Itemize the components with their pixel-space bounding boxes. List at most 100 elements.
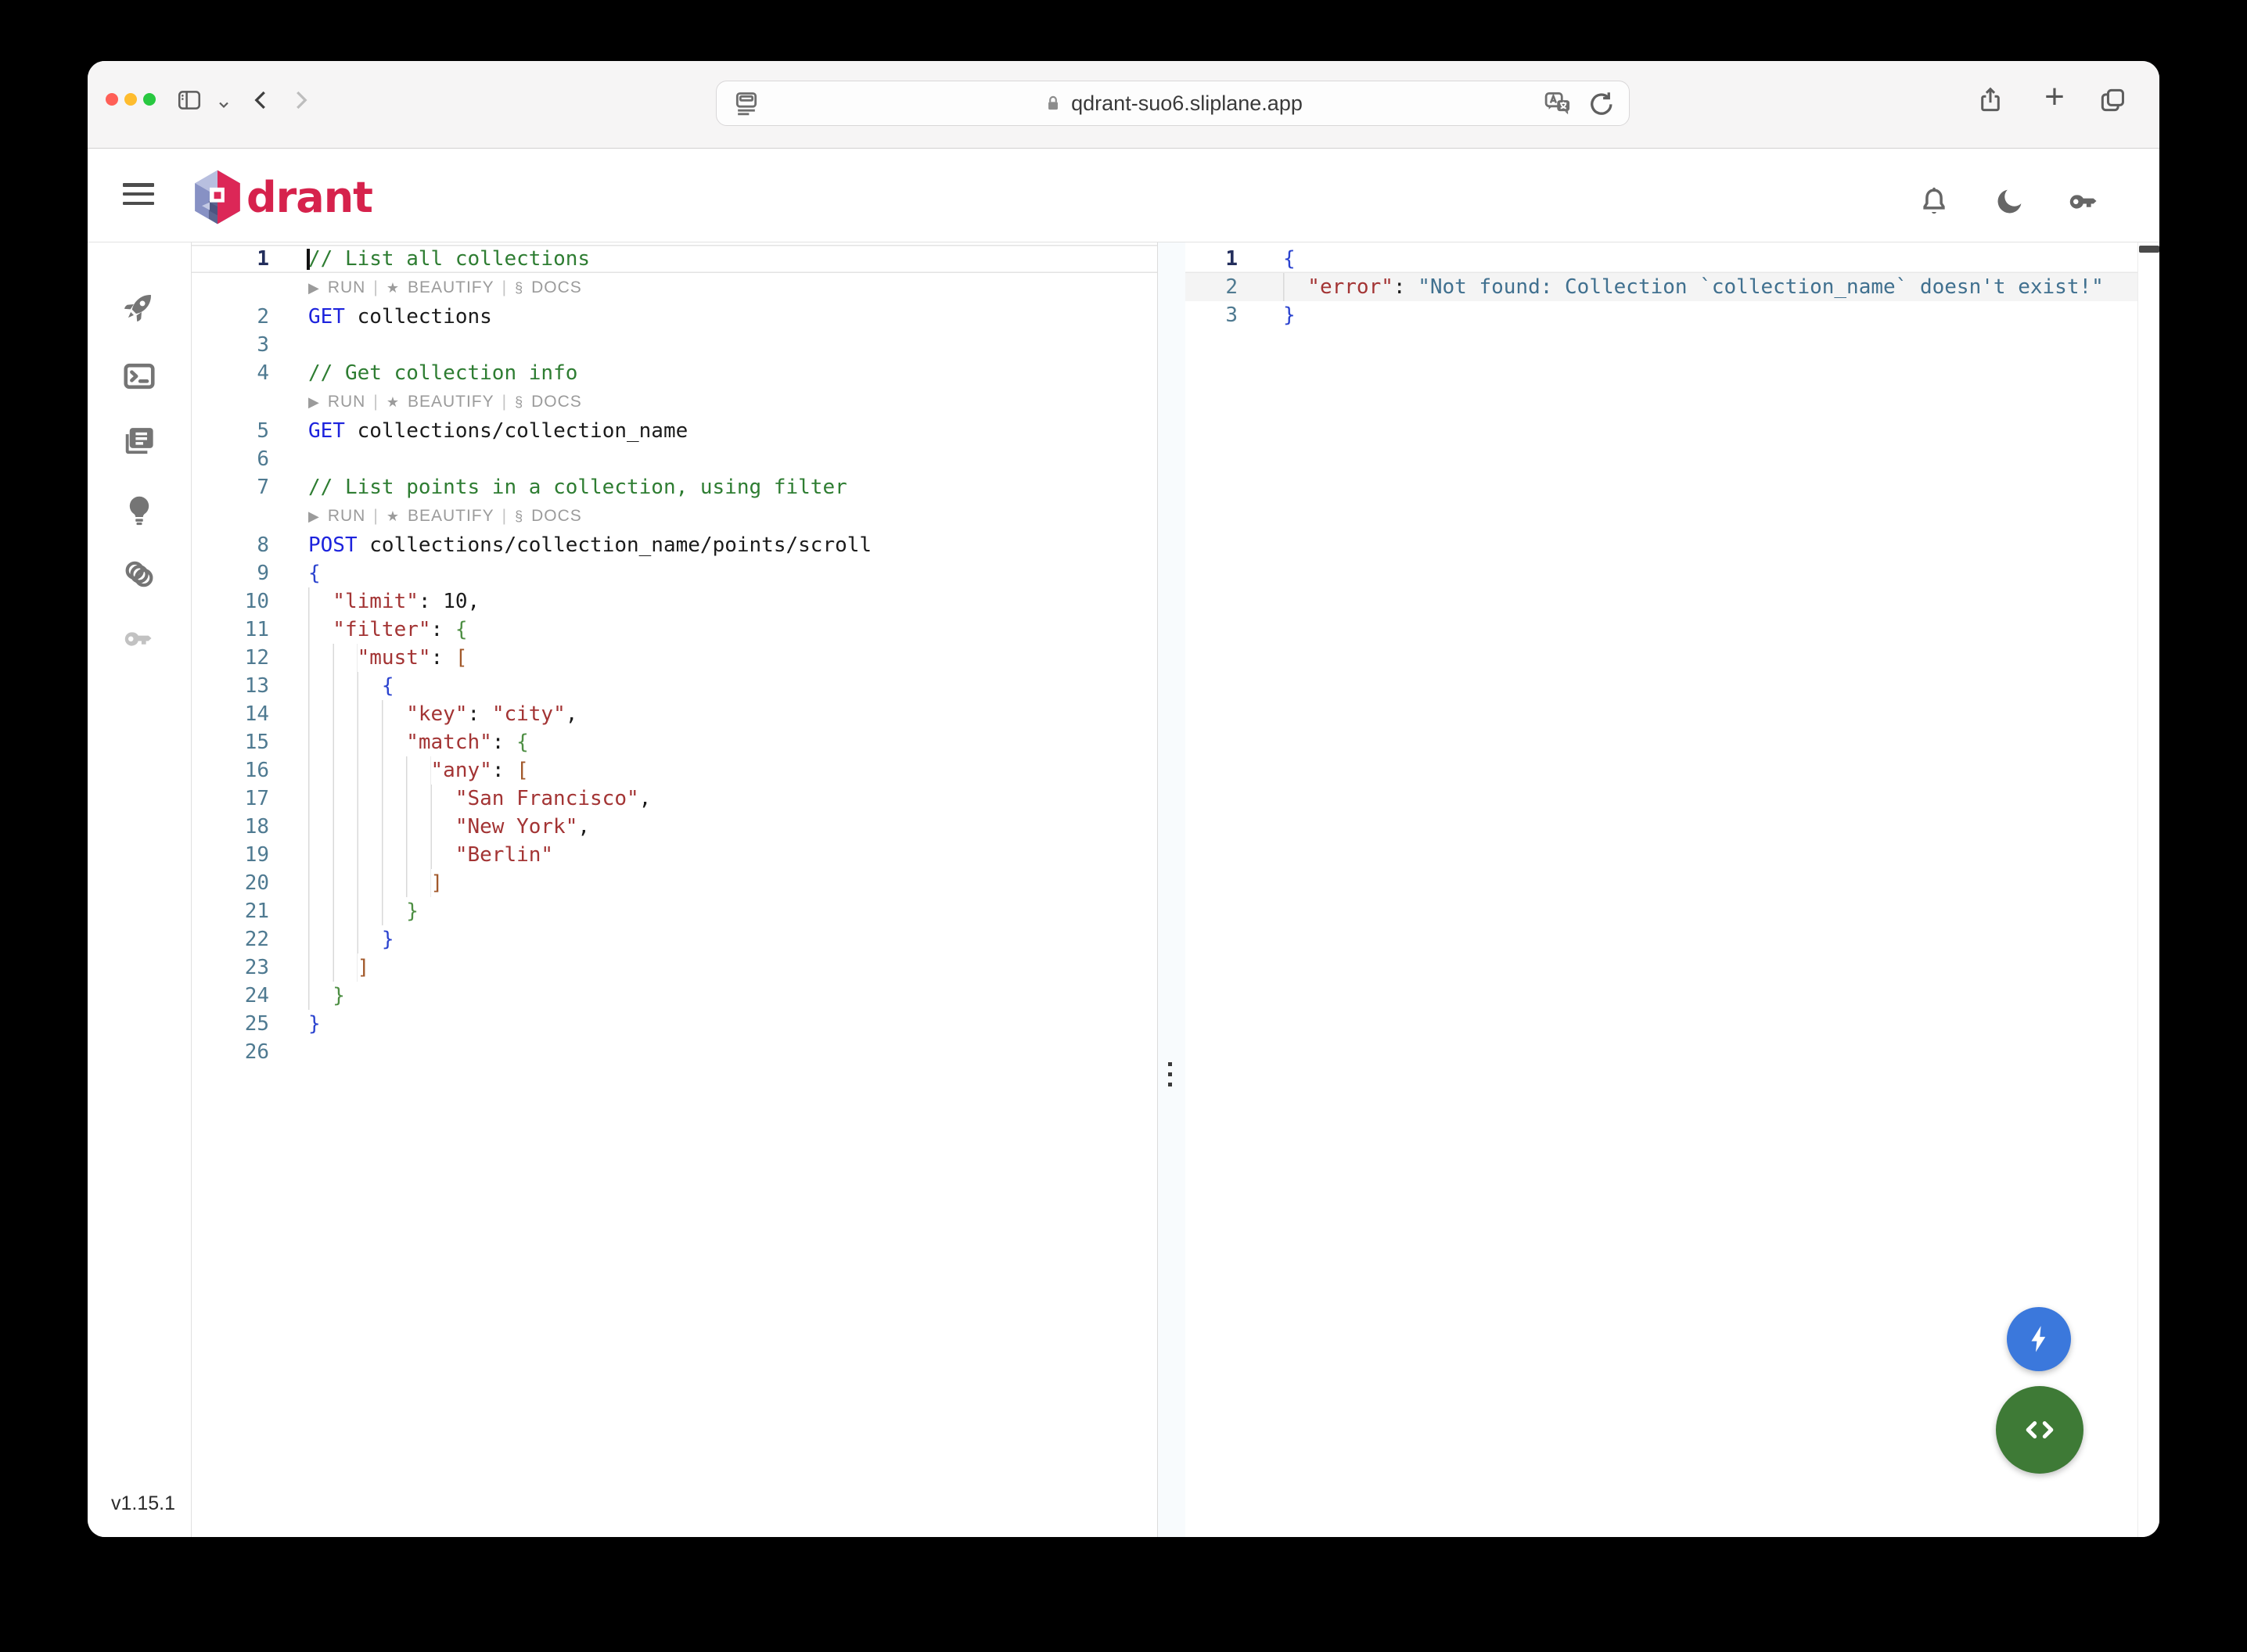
docs-button[interactable]: DOCS (531, 387, 582, 417)
run-play-icon[interactable]: ▶ (308, 501, 320, 531)
code-line[interactable]: 14"key": "city", (192, 700, 1157, 728)
translate-icon[interactable] (1541, 88, 1574, 124)
token: } (406, 900, 419, 923)
rocket-icon[interactable] (120, 288, 158, 325)
back-button[interactable] (244, 83, 279, 117)
code-line[interactable]: 2GET collections (192, 303, 1157, 331)
share-icon[interactable] (1973, 83, 2008, 117)
code-line[interactable]: 18"New York", (192, 813, 1157, 841)
new-tab-icon[interactable]: + (2037, 80, 2072, 114)
code-line[interactable]: 2"error": "Not found: Collection `collec… (1185, 273, 2137, 301)
lock-icon (1043, 92, 1063, 115)
token: "filter" (333, 618, 430, 641)
api-key-icon[interactable] (2065, 183, 2103, 221)
address-bar[interactable]: qdrant-suo6.sliplane.app (716, 81, 1630, 126)
code-line[interactable]: 16"any": [ (192, 756, 1157, 785)
reload-icon[interactable] (1585, 88, 1618, 124)
token: : (468, 702, 492, 726)
code-line[interactable]: 13{ (192, 672, 1157, 700)
code-line[interactable]: 3} (1185, 301, 2137, 329)
menu-toggle-button[interactable] (123, 183, 154, 205)
beautify-button[interactable]: BEAUTIFY (408, 273, 494, 303)
code-line[interactable]: 6 (192, 445, 1157, 473)
token: , (577, 815, 590, 839)
code-line[interactable]: 12"must": [ (192, 644, 1157, 672)
token: { (308, 562, 321, 585)
tutorial-lightbulb-icon[interactable] (120, 491, 158, 529)
indent-guides (308, 700, 406, 728)
scrollbar-track[interactable] (2137, 242, 2159, 1537)
code-line[interactable]: 19"Berlin" (192, 841, 1157, 869)
docs-section-icon[interactable]: § (515, 387, 523, 417)
run-button[interactable]: RUN (328, 501, 366, 531)
code-line[interactable]: 7// List points in a collection, using f… (192, 473, 1157, 501)
code-line[interactable]: 24} (192, 982, 1157, 1010)
console-terminal-icon[interactable] (120, 357, 158, 395)
qdrant-logo-mark (193, 169, 242, 225)
run-play-icon[interactable]: ▶ (308, 387, 320, 417)
sidebar-toggle-icon[interactable] (172, 83, 207, 117)
docs-button[interactable]: DOCS (531, 273, 582, 303)
code-line[interactable]: 26 (192, 1038, 1157, 1066)
code-line[interactable]: 1// List all collections (192, 245, 1157, 273)
run-button[interactable]: RUN (328, 273, 366, 303)
beautify-button[interactable]: BEAUTIFY (408, 387, 494, 417)
chevron-down-icon[interactable] (207, 88, 241, 122)
collections-library-icon[interactable] (120, 422, 158, 460)
line-number: 15 (192, 728, 289, 756)
beautify-star-icon[interactable]: ★ (386, 501, 400, 531)
line-number: 13 (192, 672, 289, 700)
token: [ (516, 759, 529, 782)
scrollbar-thumb[interactable] (2139, 246, 2159, 253)
forward-button[interactable] (283, 83, 318, 117)
docs-button[interactable]: DOCS (531, 501, 582, 531)
beautify-button[interactable]: BEAUTIFY (408, 501, 494, 531)
code-line[interactable]: 22} (192, 925, 1157, 953)
beautify-star-icon[interactable]: ★ (386, 273, 400, 303)
code-line[interactable]: 17"San Francisco", (192, 785, 1157, 813)
browser-window: qdrant-suo6.sliplane.app (88, 61, 2159, 1537)
access-key-icon[interactable] (120, 620, 158, 658)
code-line[interactable]: 1{ (1185, 245, 2137, 273)
code-lens-row: ▶RUN|★BEAUTIFY|§DOCS (192, 387, 1157, 417)
token: // List all collections (308, 247, 590, 271)
code-line[interactable]: 15"match": { (192, 728, 1157, 756)
drag-handle-icon[interactable] (1168, 1062, 1172, 1086)
code-line[interactable]: 9{ (192, 559, 1157, 587)
code-line[interactable]: 4// Get collection info (192, 359, 1157, 387)
line-content (289, 1038, 1157, 1066)
tab-overview-icon[interactable] (2095, 83, 2130, 117)
code-line[interactable]: 25} (192, 1010, 1157, 1038)
indent-guides (308, 616, 333, 644)
code-line[interactable]: 10"limit": 10, (192, 587, 1157, 616)
response-viewer[interactable]: 1{2"error": "Not found: Collection `coll… (1185, 242, 2137, 1537)
code-line[interactable]: 3 (192, 331, 1157, 359)
window-minimize-button[interactable] (124, 93, 137, 106)
window-zoom-button[interactable] (143, 93, 156, 106)
token: : (1393, 275, 1418, 299)
token: } (308, 1012, 321, 1036)
dark-mode-moon-icon[interactable] (1990, 183, 2028, 221)
code-line[interactable]: 23] (192, 953, 1157, 982)
panel-resizer[interactable] (1158, 242, 1185, 1537)
toggle-code-view-fab[interactable] (1996, 1386, 2083, 1474)
run-button[interactable]: RUN (328, 387, 366, 417)
window-close-button[interactable] (106, 93, 118, 106)
datasets-icon[interactable] (120, 555, 158, 593)
lightning-bolt-icon (2022, 1322, 2056, 1356)
notifications-bell-icon[interactable] (1915, 183, 1953, 221)
code-line[interactable]: 21} (192, 897, 1157, 925)
docs-section-icon[interactable]: § (515, 501, 523, 531)
code-line[interactable]: 8POST collections/collection_name/points… (192, 531, 1157, 559)
code-line[interactable]: 11"filter": { (192, 616, 1157, 644)
line-content: } (289, 925, 1157, 953)
code-line[interactable]: 20] (192, 869, 1157, 897)
run-play-icon[interactable]: ▶ (308, 273, 320, 303)
run-all-fab[interactable] (2007, 1307, 2071, 1371)
docs-section-icon[interactable]: § (515, 273, 523, 303)
request-editor[interactable]: 1// List all collections▶RUN|★BEAUTIFY|§… (192, 242, 1158, 1537)
code-line[interactable]: 5GET collections/collection_name (192, 417, 1157, 445)
line-number: 2 (1185, 273, 1256, 301)
beautify-star-icon[interactable]: ★ (386, 387, 400, 417)
token: // Get collection info (308, 361, 577, 385)
